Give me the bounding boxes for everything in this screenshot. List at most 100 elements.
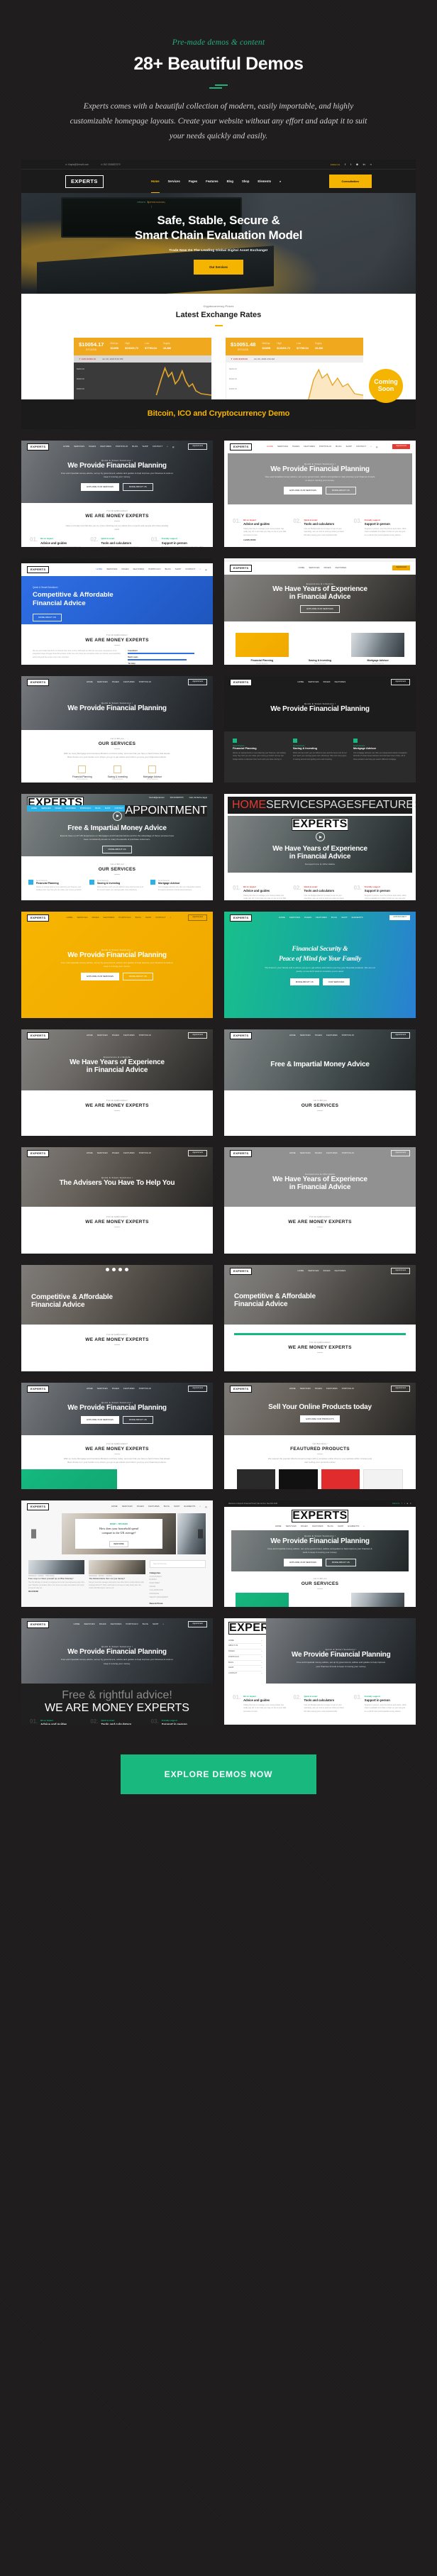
brand-logo[interactable]: EXPERTS xyxy=(27,565,50,573)
explore-services-button[interactable]: EXPLORE OUR SERVICES xyxy=(81,973,119,981)
demo-card[interactable]: HOMESERVICESPAGESFEATURESPORTFOLIOBLOGSH… xyxy=(224,793,416,900)
brand-logo[interactable]: EXPERTS xyxy=(292,1509,348,1522)
service-card: Financial Planning Smart Experts xyxy=(236,632,289,665)
instagram-icon[interactable]: ◙ xyxy=(356,162,358,166)
more-about-button[interactable]: MORE ABOUT US xyxy=(122,1415,153,1424)
twitter-icon[interactable] xyxy=(112,1267,116,1271)
appointment-button[interactable]: Appointment xyxy=(392,565,410,571)
more-about-button[interactable]: MORE ABOUT US xyxy=(325,487,356,495)
demo-card[interactable]: EXPERTS HOME SERVICES PAGES FEATURES PORTFOL… xyxy=(21,1146,213,1254)
our-services-button[interactable]: Our Services xyxy=(194,260,243,275)
demo-card[interactable]: EXPERTS HOME SERVICES PAGES FEATURES Appoin… xyxy=(224,1264,416,1371)
demo-card[interactable]: EXPERTS HOME SERVICES PAGES FEATURES PORTFO… xyxy=(21,440,213,547)
nav-links[interactable]: HOMESERVICESPAGESFEATURESPORTFOLIOBLOGSH… xyxy=(232,799,416,812)
search-input[interactable]: Type and hit enter ⌕ xyxy=(149,1559,206,1568)
more-about-button[interactable]: MORE ABOUT US xyxy=(101,846,133,854)
nav-links[interactable]: HOME SERVICES PAGES FEATURES xyxy=(299,567,347,569)
nav-item-blog[interactable]: Blog xyxy=(227,179,233,183)
consultation-button[interactable]: Consultation xyxy=(328,175,372,189)
demo-card[interactable]: EXPERTS HOME SERVICES PAGES FEATURES PORTFOL… xyxy=(224,1382,416,1489)
explore-demos-button[interactable]: EXPLORE DEMOS NOW xyxy=(120,1754,317,1794)
search-icon[interactable]: ⌕ xyxy=(280,179,281,183)
nav-item-pages[interactable]: Pages xyxy=(189,179,197,183)
demo-card[interactable]: Competitive & Affordable Financial Advice… xyxy=(21,1264,213,1371)
service-card xyxy=(236,1592,289,1607)
demo-card[interactable]: EXPERTS HOME SERVICES PAGES FEATURES PORTFOL… xyxy=(21,1029,213,1136)
demo-card[interactable]: EXPERTS HOME SERVICES PAGES FEATURES PORTFOL… xyxy=(21,911,213,1018)
more-about-button[interactable]: MORE ABOUT US xyxy=(33,614,62,622)
more-about-button[interactable]: MORE ABOUT US xyxy=(325,1559,356,1567)
explore-services-button[interactable]: EXPLORE OUR SERVICES xyxy=(300,605,340,614)
appointment-button[interactable]: Appointment xyxy=(392,443,410,450)
explore-services-button[interactable]: EXPLORE OUR SERVICES xyxy=(284,487,322,495)
brand-logo[interactable]: EXPERTS xyxy=(65,175,104,188)
nav-item-elements[interactable]: Elements xyxy=(258,179,271,183)
demo-card[interactable]: EXPERTS HOME SERVICES PAGES FEATURES BLOG SHO… xyxy=(224,911,416,1018)
play-icon[interactable] xyxy=(315,832,325,842)
brand-logo[interactable]: EXPERTS xyxy=(230,443,253,450)
linkedin-icon[interactable]: in xyxy=(363,162,365,166)
appointment-button[interactable]: APPOINTMENT xyxy=(125,805,207,817)
read-more-button[interactable]: READ MORE xyxy=(109,1540,128,1547)
nav-links[interactable]: HOME SERVICES PAGES FEATURES BLOG SHOP ELEMENT… xyxy=(111,1505,207,1508)
more-about-button[interactable]: MORE ABOUT US xyxy=(289,978,319,985)
nav-links[interactable]: HOME SERVICES PAGES FEATURES PORTFOLIO BLOG … xyxy=(96,568,208,571)
brand-logo[interactable]: EXPERTS xyxy=(292,817,348,831)
linkedin-icon[interactable] xyxy=(125,1267,128,1271)
article-item[interactable]: 05/06/2018 · MONEY · SAVING The hidden h… xyxy=(89,1559,145,1605)
product-thumb[interactable] xyxy=(237,1469,276,1489)
instagram-icon[interactable]: ◙ xyxy=(407,1503,408,1505)
sidebar-nav[interactable]: EXPERTS HOME › ABOUT US › PAGES › PORTFOLIO… xyxy=(224,1618,285,1684)
explore-products-button[interactable]: EXPLORE OUR PRODUCTS xyxy=(300,1415,340,1423)
nav-links[interactable]: HOME SERVICES PAGES FEATURES BLOG SHOP ELEMENT… xyxy=(275,1525,365,1527)
search-icon: ⌕ xyxy=(363,1525,365,1527)
instagram-icon[interactable] xyxy=(118,1267,122,1271)
carousel-prev-icon[interactable] xyxy=(31,1529,36,1539)
rate-table-light[interactable]: $10051.48 BTC/USD MktCap $169B High $19193… xyxy=(226,337,363,399)
play-icon[interactable] xyxy=(112,811,122,821)
facebook-icon[interactable] xyxy=(106,1267,109,1271)
demo-card[interactable]: EXPERTS Yourmail@mail.com 002 0106637070… xyxy=(21,793,213,900)
section-eyebrow: Get in Toll you xyxy=(313,1576,327,1580)
demo-card[interactable]: EXPERTS HOME SERVICES PAGES FEATURES PORTFOL… xyxy=(21,1618,213,1725)
nav-item-home[interactable]: Home xyxy=(150,179,160,194)
demo-card[interactable]: EXPERTS HOME › ABOUT US › PAGES › PORTFOLIO… xyxy=(224,1618,416,1725)
service-card: Smart Experts Saving & Investing Work out … xyxy=(89,879,145,892)
twitter-icon[interactable]: t xyxy=(404,1503,405,1505)
nav-item-features[interactable]: Features xyxy=(206,179,218,183)
more-about-button[interactable]: MORE ABOUT US xyxy=(122,483,153,492)
chart-icon xyxy=(293,738,297,743)
product-thumb[interactable] xyxy=(279,1469,318,1489)
col-low: Low xyxy=(297,341,302,345)
explore-services-button[interactable]: EXPLORE OUR SERVICES xyxy=(284,1559,322,1567)
demo-card[interactable]: EXPERTS HOME SERVICES PAGES FEATURES BLOG SHO… xyxy=(21,1500,213,1607)
demo-card[interactable]: EXPERTS HOME SERVICES PAGES FEATURES PORTFOL… xyxy=(21,675,213,783)
carousel-next-icon[interactable] xyxy=(198,1529,203,1539)
our-services-button[interactable]: OUR SERVICES xyxy=(322,978,350,985)
rss-icon[interactable]: ≈ xyxy=(370,162,372,166)
product-thumb[interactable] xyxy=(363,1469,403,1489)
product-thumb[interactable] xyxy=(321,1469,360,1489)
article-item[interactable]: 05/06/2018 · MONEY · TIPS NEWS Four ways… xyxy=(28,1559,85,1605)
demo-card[interactable]: Welcome to Experts Financial Portal | Sa… xyxy=(224,1500,416,1607)
category-list[interactable]: ACCOUNTANCY BANKING INVESTMENT SAVING COLL… xyxy=(150,1576,206,1600)
demo-card[interactable]: EXPERTS HOME SERVICES PAGES FEATURES PORTFOL… xyxy=(224,1029,416,1136)
twitter-icon[interactable]: t xyxy=(350,162,351,166)
brand-logo[interactable]: EXPERTS xyxy=(27,1503,50,1510)
demo-card[interactable]: EXPERTS HOME SERVICES PAGES FEATURES PORTFOL… xyxy=(21,1382,213,1489)
demo-card[interactable]: EXPERTS HOME SERVICES PAGES FEATURES Appoin… xyxy=(224,675,416,783)
demo-card[interactable]: EXPERTS HOME SERVICES PAGES FEATURES PORTFOL… xyxy=(224,1146,416,1254)
more-about-button[interactable]: MORE ABOUT US xyxy=(122,973,153,981)
brand-logo[interactable]: EXPERTS xyxy=(230,564,253,572)
demo-card[interactable]: EXPERTS HOME SERVICES PAGES FEATURES PORTFO… xyxy=(21,558,213,665)
linkedin-icon[interactable]: in xyxy=(410,1503,411,1505)
demo-card[interactable]: EXPERTS HOME SERVICES PAGES FEATURES PORTFO… xyxy=(224,440,416,547)
demo-card[interactable]: EXPERTS HOME SERVICES PAGES FEATURES Appoin… xyxy=(224,558,416,665)
explore-services-button[interactable]: EXPLORE OUR SERVICES xyxy=(81,483,119,492)
explore-services-button[interactable]: EXPLORE OUR SERVICES xyxy=(81,1415,119,1424)
featured-demo-card[interactable]: ✉ Xmple@Demo9.com ✆ 002 0106637070 Follo… xyxy=(21,160,416,429)
nav-item-services[interactable]: Services xyxy=(168,179,180,183)
nav-item-shop[interactable]: Shop xyxy=(242,179,249,183)
rate-table-dark[interactable]: $10054.17 BTC/USD MktCap $169B High $19193… xyxy=(74,337,211,399)
nav-links[interactable]: HOME SERVICES PAGES FEATURES PORTFOLIO BLOG … xyxy=(267,446,378,448)
